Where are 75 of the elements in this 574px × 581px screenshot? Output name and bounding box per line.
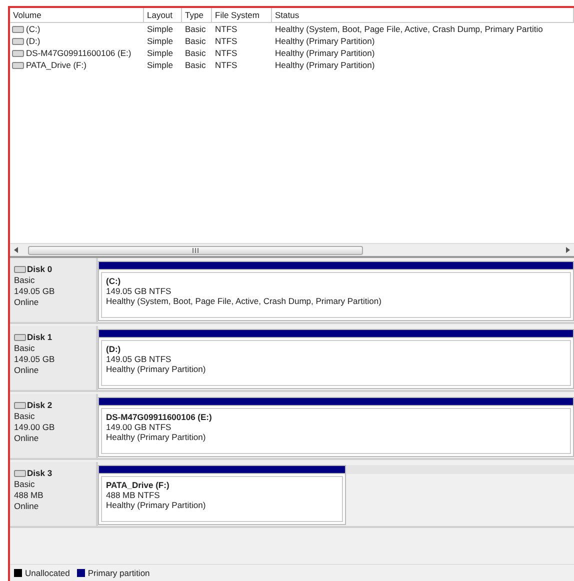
- disk-size: 149.00 GB: [14, 422, 56, 432]
- table-cell-text: Healthy (Primary Partition): [274, 60, 376, 70]
- table-cell: DS-M47G09911600106 (E:): [26, 48, 132, 58]
- table-cell-text: Simple: [146, 60, 174, 70]
- table-cell-text: NTFS: [214, 60, 238, 70]
- partition-label: PATA_Drive (F:): [106, 480, 170, 490]
- disk-info-panel[interactable]: Disk 3 Basic 488 MB Online: [10, 462, 98, 526]
- drive-icon: [14, 334, 26, 340]
- legend-label: Unallocated: [25, 568, 70, 578]
- disk-size: 149.05 GB: [14, 286, 56, 296]
- table-cell: (D:): [26, 36, 40, 46]
- scroll-right-icon[interactable]: [565, 247, 570, 253]
- partition-label: (C:): [106, 276, 122, 286]
- table-cell-text: Simple: [146, 36, 174, 46]
- disk-name: Disk 3: [27, 468, 52, 478]
- partition-label: (D:): [106, 344, 122, 354]
- table-cell: (C:): [26, 24, 40, 34]
- scroll-left-icon[interactable]: [14, 247, 19, 253]
- partition-size: 149.05 GB NTFS: [106, 286, 172, 296]
- disk-type: Basic: [14, 411, 36, 421]
- column-header[interactable]: File System: [212, 8, 272, 23]
- partition-block[interactable]: (D:) 149.05 GB NTFS Healthy (Primary Partition): [98, 338, 574, 389]
- disk-status: Online: [14, 297, 40, 307]
- drive-icon: [12, 26, 24, 32]
- disk-info-panel[interactable]: Disk 2 Basic 149.00 GB Online: [10, 394, 98, 458]
- partition-size: 149.05 GB NTFS: [106, 354, 172, 364]
- column-header[interactable]: Status: [272, 8, 574, 23]
- partition-status: Healthy (Primary Partition): [106, 364, 207, 374]
- table-cell-text: Healthy (Primary Partition): [274, 36, 376, 46]
- table-cell-text: NTFS: [214, 48, 238, 58]
- disk-name: Disk 2: [27, 400, 52, 410]
- partition-status: Healthy (System, Boot, Page File, Active, Crash Dump, Primary Partition): [106, 296, 382, 306]
- legend-label: Primary partition: [88, 568, 150, 578]
- partition-block[interactable]: PATA_Drive (F:) 488 MB NTFS Healthy (Primary Partition): [98, 474, 346, 525]
- table-cell-text: Simple: [146, 48, 174, 58]
- drive-icon: [12, 38, 24, 44]
- drive-icon: [14, 266, 26, 272]
- disk-info-panel[interactable]: Disk 1 Basic 149.05 GB Online: [10, 326, 98, 390]
- table-cell-text: Basic: [184, 36, 207, 46]
- column-header[interactable]: Type: [182, 8, 212, 23]
- disk-size: 149.05 GB: [14, 354, 56, 364]
- partition-block[interactable]: (C:) 149.05 GB NTFS Healthy (System, Boot, Page File, Active, Crash Dump, Primary Partition): [98, 270, 574, 321]
- disk-status: Online: [14, 501, 40, 511]
- table-cell: PATA_Drive (F:): [26, 60, 86, 70]
- table-cell-text: NTFS: [214, 24, 238, 34]
- disk-type: Basic: [14, 343, 36, 353]
- table-cell-text: Healthy (Primary Partition): [274, 48, 376, 58]
- drive-icon: [14, 470, 26, 476]
- table-cell-text: Healthy (System, Boot, Page File, Active, Crash Dump, Primary Partitio: [274, 24, 544, 34]
- disk-info-panel[interactable]: Disk 0 Basic 149.05 GB Online: [10, 258, 98, 322]
- table-cell-text: Simple: [146, 24, 174, 34]
- partition-block[interactable]: DS-M47G09911600106 (E:) 149.00 GB NTFS Healthy (Primary Partition): [98, 406, 574, 457]
- disk-status: Online: [14, 365, 40, 375]
- disk-type: Basic: [14, 479, 36, 489]
- drive-icon: [14, 402, 26, 408]
- column-header[interactable]: Volume: [10, 8, 144, 23]
- horizontal-scrollbar[interactable]: [10, 243, 574, 256]
- column-header[interactable]: Layout: [144, 8, 182, 23]
- table-cell-text: NTFS: [214, 36, 238, 46]
- partition-status: Healthy (Primary Partition): [106, 500, 207, 510]
- disk-size: 488 MB: [14, 490, 44, 500]
- drive-icon: [12, 62, 24, 68]
- disk-type: Basic: [14, 275, 36, 285]
- table-cell-text: Basic: [184, 48, 207, 58]
- partition-label: DS-M47G09911600106 (E:): [106, 412, 213, 422]
- disk-name: Disk 1: [27, 332, 52, 342]
- partition-status: Healthy (Primary Partition): [106, 432, 207, 442]
- disk-name: Disk 0: [27, 264, 52, 274]
- partition-size: 149.00 GB NTFS: [106, 422, 172, 432]
- table-cell-text: Basic: [184, 60, 207, 70]
- drive-icon: [12, 50, 24, 56]
- scrollbar-thumb[interactable]: [28, 246, 363, 254]
- partition-size: 488 MB NTFS: [106, 490, 161, 500]
- disk-status: Online: [14, 433, 40, 443]
- table-cell-text: Basic: [184, 24, 207, 34]
